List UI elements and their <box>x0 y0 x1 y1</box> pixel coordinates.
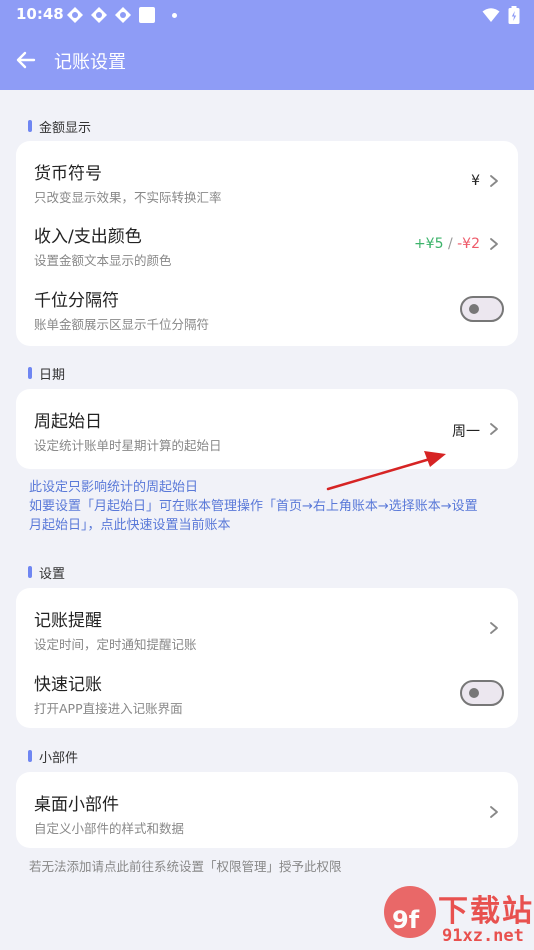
system-icons <box>482 6 520 24</box>
week-start-value: 周一 <box>452 424 480 440</box>
section-title: 小部件 <box>39 750 79 766</box>
battery-icon <box>508 6 520 24</box>
toggle-knob <box>469 304 479 314</box>
app-bar: 记账设置 <box>0 30 534 90</box>
section-title: 金额显示 <box>39 120 92 136</box>
reminder-row[interactable]: 记账提醒 设定时间，定时通知提醒记账 <box>16 590 518 654</box>
notification-app-icon <box>67 7 83 23</box>
permission-footer-link[interactable]: 若无法添加请点此前往系统设置「权限管理」授予此权限 <box>29 856 342 875</box>
row-subtitle: 设置金额文本显示的颜色 <box>34 253 172 268</box>
chevron-right-icon <box>490 238 498 250</box>
watermark-url: 91xz.net <box>442 926 524 946</box>
note-line: 此设定只影响统计的周起始日 <box>29 480 199 495</box>
chevron-right-icon <box>490 806 498 818</box>
status-time: 10:48 <box>16 5 64 23</box>
chevron-right-icon <box>490 423 498 435</box>
chevron-right-icon <box>490 622 498 634</box>
color-preview: +¥5 / -¥2 <box>414 236 480 252</box>
page-title: 记账设置 <box>54 52 126 73</box>
date-card: 周起始日 设定统计账单时星期计算的起始日 周一 <box>16 389 518 469</box>
section-marker <box>28 120 32 132</box>
section-header-widgets: 小部件 <box>28 746 78 766</box>
notification-icons <box>66 6 177 24</box>
thousands-separator-row: 千位分隔符 账单金额展示区显示千位分隔符 <box>16 270 518 334</box>
note-line: 如要设置「月起始日」可在账本管理操作「首页→右上角账本→选择账本→设置 <box>29 499 478 514</box>
note-line: 月起始日」，点此快速设置当前账本 <box>29 518 231 533</box>
week-start-note-link[interactable]: 此设定只影响统计的周起始日 如要设置「月起始日」可在账本管理操作「首页→右上角账… <box>29 478 509 535</box>
watermark-title: 下载站 <box>438 894 534 929</box>
toggle-knob <box>469 688 479 698</box>
section-marker <box>28 566 32 578</box>
amount-card: 货币符号 只改变显示效果，不实际转换汇率 ¥ 收入/支出颜色 设置金额文本显示的… <box>16 141 518 346</box>
notification-app-icon <box>91 7 107 23</box>
quick-record-toggle[interactable] <box>460 680 504 706</box>
row-subtitle: 设定时间，定时通知提醒记账 <box>34 637 197 652</box>
section-title: 日期 <box>39 367 66 383</box>
row-subtitle: 打开APP直接进入记账界面 <box>34 701 183 716</box>
back-arrow-icon[interactable] <box>14 48 38 72</box>
section-header-settings: 设置 <box>28 562 65 582</box>
expense-preview: -¥2 <box>457 236 480 252</box>
row-title: 桌面小部件 <box>34 795 119 815</box>
color-separator: / <box>447 236 453 252</box>
section-header-amount: 金额显示 <box>28 116 91 136</box>
section-header-date: 日期 <box>28 363 65 383</box>
more-notifications-dot-icon <box>172 12 177 18</box>
settings-card: 记账提醒 设定时间，定时通知提醒记账 快速记账 打开APP直接进入记账界面 <box>16 588 518 728</box>
desktop-widget-row[interactable]: 桌面小部件 自定义小部件的样式和数据 <box>16 774 518 838</box>
notification-square-icon <box>139 7 155 23</box>
row-title: 快速记账 <box>34 675 102 695</box>
row-title: 货币符号 <box>34 164 102 184</box>
currency-symbol-row[interactable]: 货币符号 只改变显示效果，不实际转换汇率 ¥ <box>16 143 518 207</box>
watermark-logo: 9f <box>384 886 436 938</box>
widgets-card: 桌面小部件 自定义小部件的样式和数据 <box>16 772 518 848</box>
section-title: 设置 <box>39 566 66 582</box>
notification-app-icon <box>115 7 131 23</box>
watermark: 9f 下载站 91xz.net <box>380 876 534 950</box>
income-preview: +¥5 <box>413 236 444 252</box>
row-title: 收入/支出颜色 <box>34 227 142 247</box>
wifi-icon <box>482 8 500 22</box>
quick-record-row: 快速记账 打开APP直接进入记账界面 <box>16 654 518 718</box>
currency-value: ¥ <box>471 173 480 189</box>
chevron-right-icon <box>490 175 498 187</box>
row-title: 周起始日 <box>34 412 102 432</box>
row-title: 记账提醒 <box>34 611 102 631</box>
week-start-row[interactable]: 周起始日 设定统计账单时星期计算的起始日 周一 <box>16 391 518 455</box>
thousands-separator-toggle[interactable] <box>460 296 504 322</box>
row-subtitle: 设定统计账单时星期计算的起始日 <box>34 438 222 453</box>
row-subtitle: 自定义小部件的样式和数据 <box>34 821 185 836</box>
section-marker <box>28 367 32 379</box>
row-title: 千位分隔符 <box>34 291 119 311</box>
status-bar: 10:48 <box>0 0 534 30</box>
income-expense-color-row[interactable]: 收入/支出颜色 设置金额文本显示的颜色 +¥5 / -¥2 <box>16 206 518 270</box>
section-marker <box>28 750 32 762</box>
row-subtitle: 只改变显示效果，不实际转换汇率 <box>34 190 222 205</box>
row-subtitle: 账单金额展示区显示千位分隔符 <box>34 317 210 332</box>
